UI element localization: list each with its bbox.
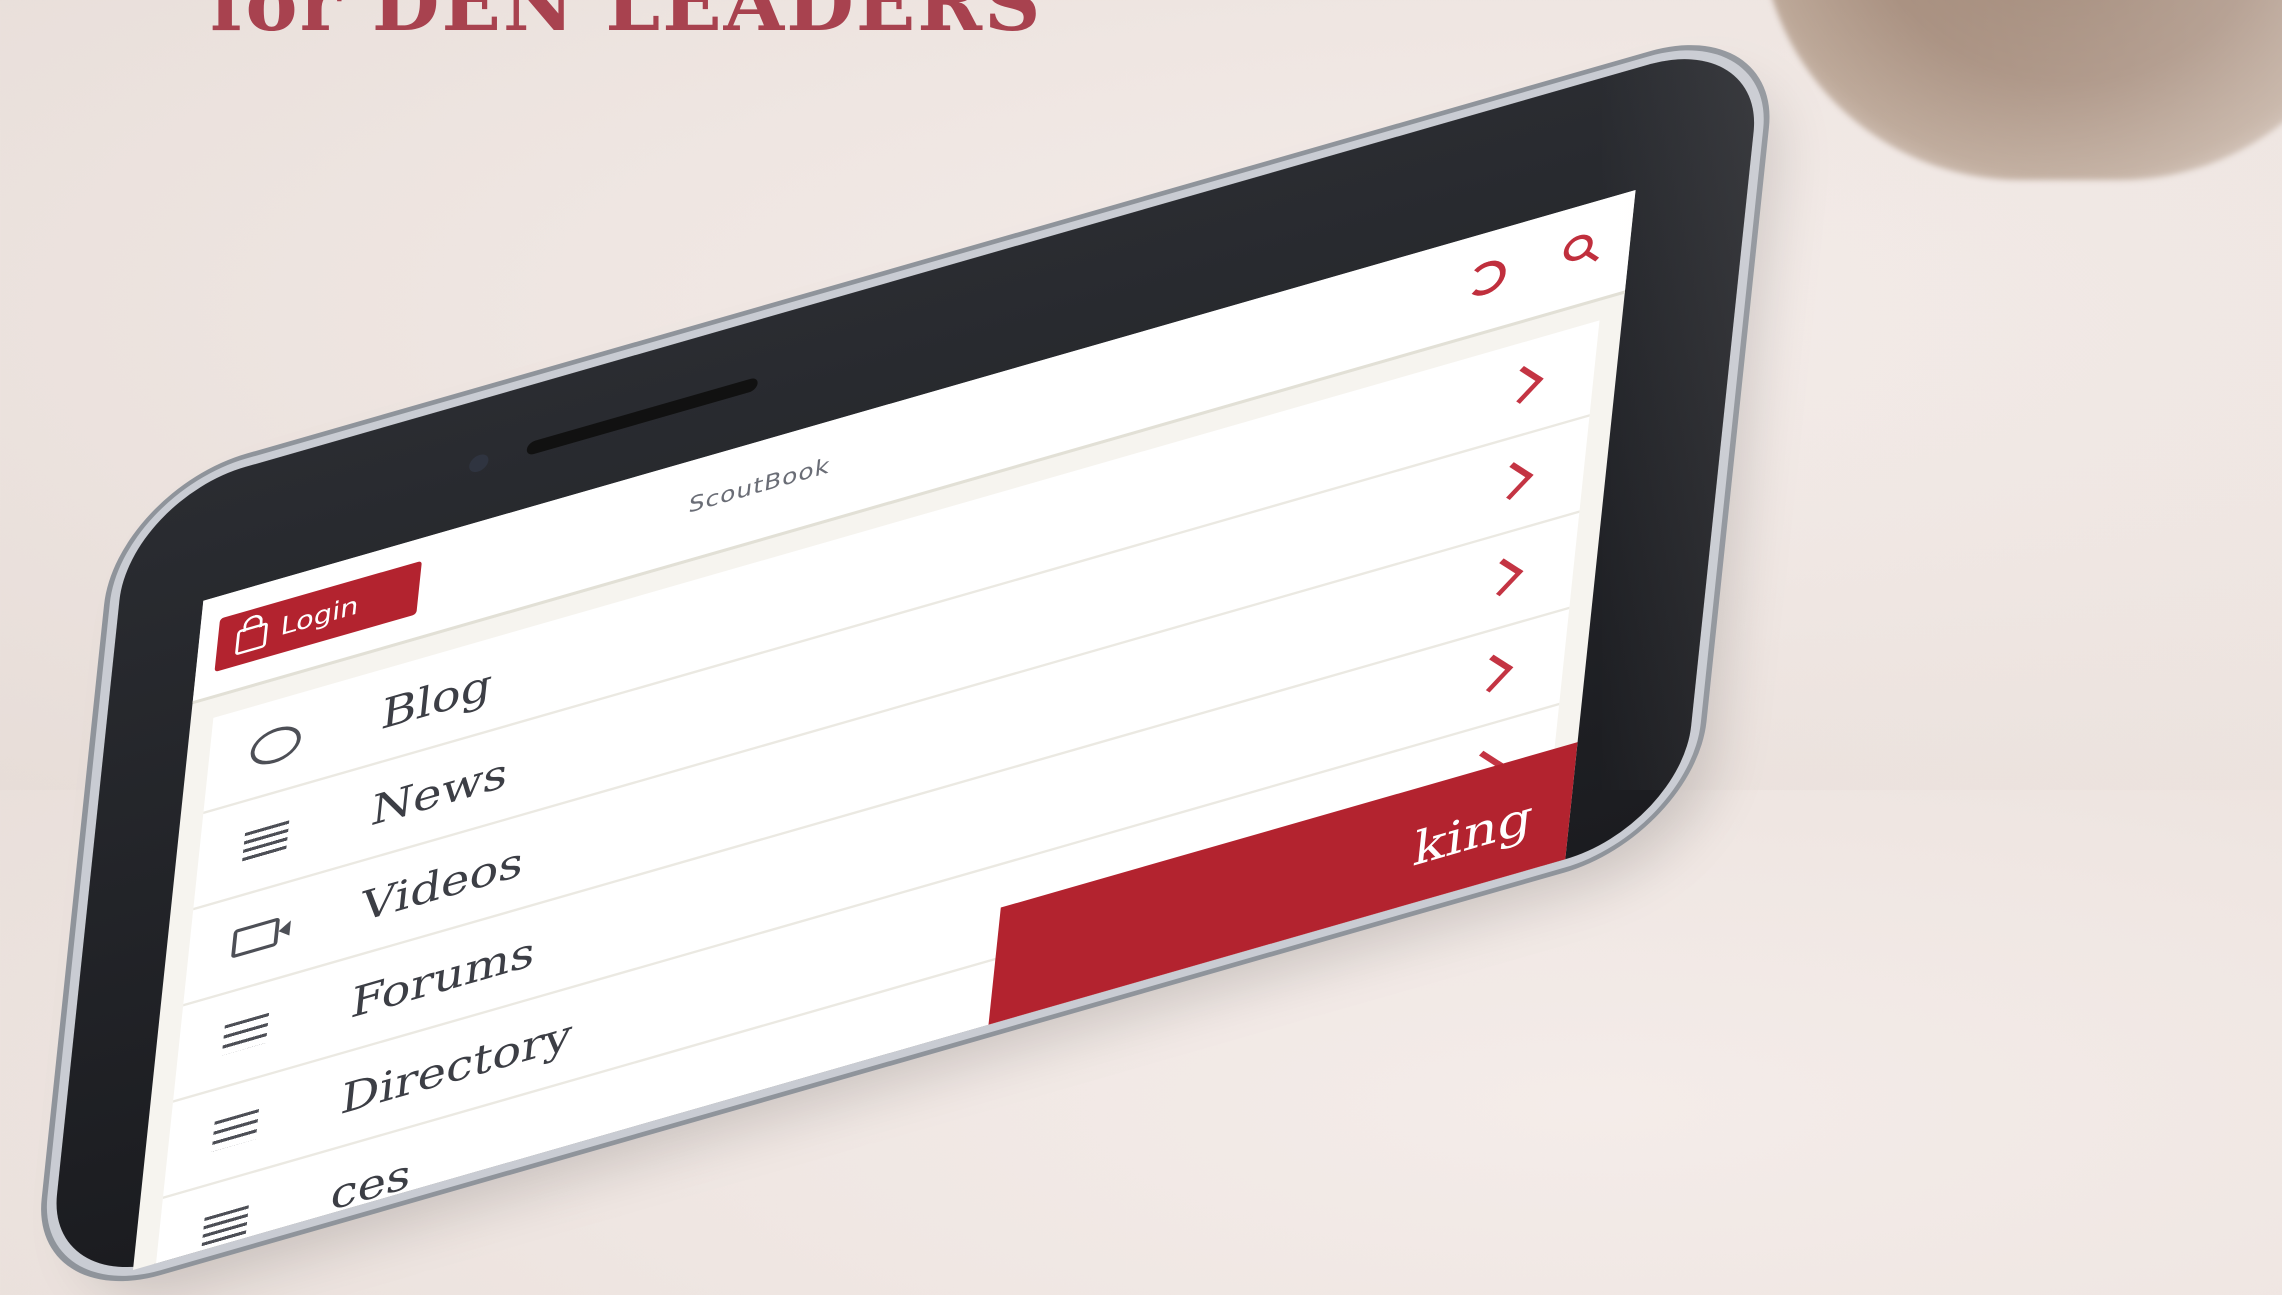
menu-item-label: Blog (378, 659, 495, 740)
header-actions (1465, 231, 1594, 301)
resources-icon (195, 1203, 256, 1250)
search-icon[interactable] (1562, 231, 1594, 265)
chevron-right-icon (1500, 365, 1544, 404)
chat-bubble-icon (245, 720, 306, 772)
sync-icon[interactable] (1465, 255, 1508, 301)
lock-icon (234, 621, 269, 656)
front-camera (468, 452, 490, 475)
login-label: Login (279, 590, 361, 642)
chevron-right-icon (1490, 462, 1534, 501)
chevron-right-icon (1479, 558, 1524, 597)
directory-icon (205, 1107, 266, 1154)
app-title: ScoutBook (687, 453, 832, 519)
list-icon (215, 1011, 276, 1058)
login-button[interactable]: Login (214, 560, 422, 673)
menu-item-label: ces (328, 1148, 414, 1221)
news-lines-icon (235, 818, 296, 865)
video-camera-icon (225, 915, 286, 960)
booking-label: king (1410, 788, 1536, 878)
app-screen: Login ScoutBook Blog News Videos Forums … (132, 189, 1636, 1271)
earpiece-speaker (526, 376, 759, 457)
menu-item-label: News (368, 748, 511, 836)
smartphone: Login ScoutBook Blog News Videos Forums … (46, 31, 1765, 1295)
chevron-right-icon (1469, 654, 1514, 693)
phone-photo: Login ScoutBook Blog News Videos Forums … (0, 0, 2282, 1295)
